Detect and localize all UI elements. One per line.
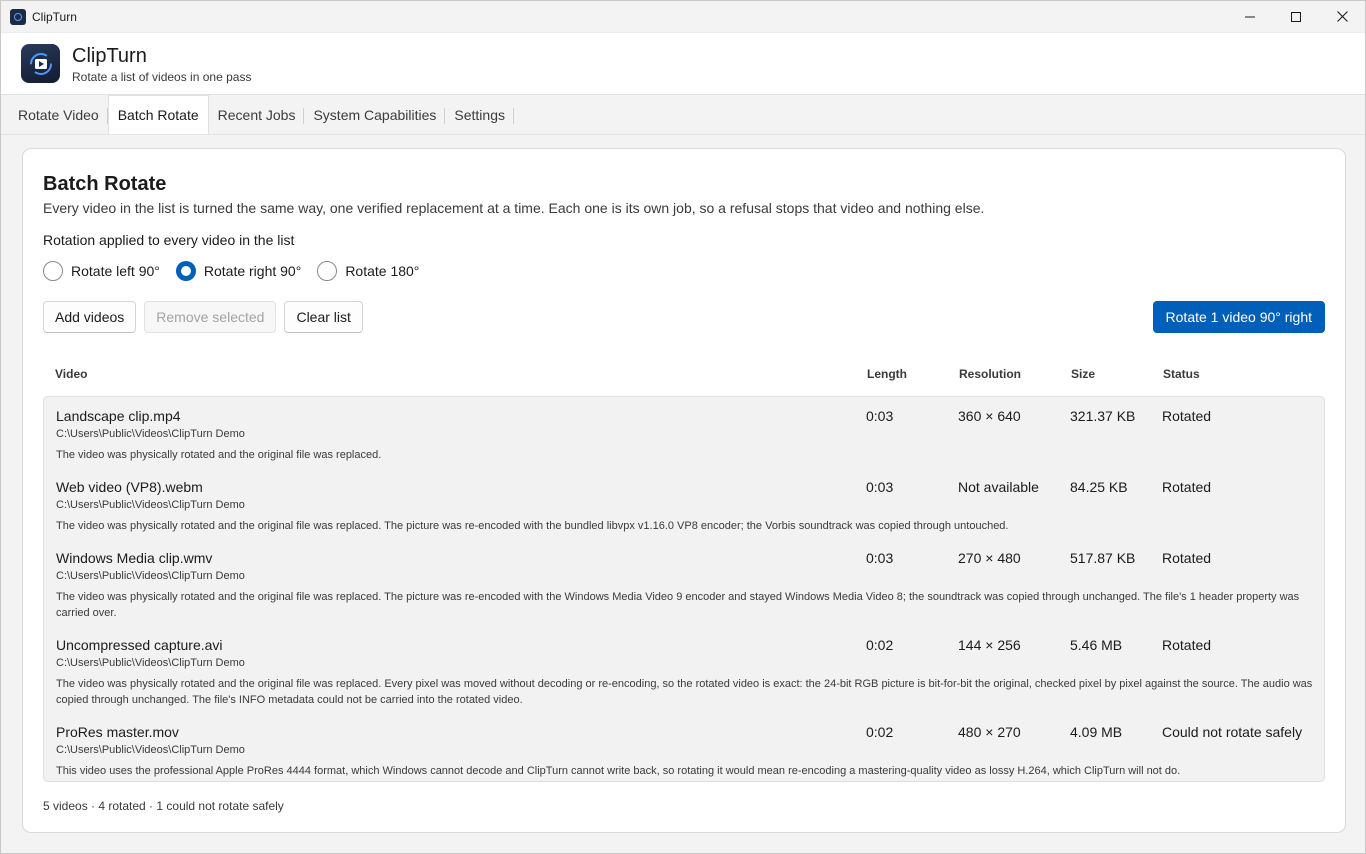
app-icon xyxy=(10,8,26,25)
window-controls xyxy=(1227,1,1365,32)
clear-list-button[interactable]: Clear list xyxy=(284,301,363,333)
video-list[interactable]: Landscape clip.mp4 C:\Users\Public\Video… xyxy=(43,396,1325,782)
video-length: 0:03 xyxy=(866,550,894,566)
video-length: 0:02 xyxy=(866,637,894,653)
table-header: Video Length Resolution Size Status xyxy=(43,354,1325,394)
video-status: Could not rotate safely xyxy=(1162,724,1303,740)
radio-circle-icon xyxy=(43,261,63,281)
video-resolution: 144 × 256 xyxy=(958,637,1021,653)
tab-settings[interactable]: Settings xyxy=(445,95,514,134)
video-resolution: 360 × 640 xyxy=(958,408,1021,424)
list-toolbar: Add videos Remove selected Clear list Ro… xyxy=(43,301,1325,333)
add-videos-button[interactable]: Add videos xyxy=(43,301,137,333)
minimize-icon[interactable] xyxy=(1227,1,1273,32)
tab-recent-jobs[interactable]: Recent Jobs xyxy=(209,95,305,134)
video-name: Uncompressed capture.avi xyxy=(56,637,223,653)
radio-rotate-left[interactable]: Rotate left 90° xyxy=(43,261,160,281)
video-resolution: Not available xyxy=(958,479,1039,495)
list-summary: 5 videos · 4 rotated · 1 could not rotat… xyxy=(43,799,284,813)
video-path: C:\Users\Public\Videos\ClipTurn Demo xyxy=(56,744,245,756)
page-title: Batch Rotate xyxy=(43,173,167,195)
video-name: Windows Media clip.wmv xyxy=(56,550,213,566)
app-header: ClipTurn Rotate a list of videos in one … xyxy=(1,32,1365,95)
radio-selected-icon xyxy=(175,261,196,281)
tab-batch-rotate[interactable]: Batch Rotate xyxy=(107,95,209,134)
radio-rotate-right[interactable]: Rotate right 90° xyxy=(175,261,302,281)
video-size: 5.46 MB xyxy=(1070,637,1123,653)
window-title: ClipTurn xyxy=(32,9,77,24)
cliplogo-icon xyxy=(21,44,60,83)
video-path: C:\Users\Public\Videos\ClipTurn Demo xyxy=(56,657,245,669)
rotation-label: Rotation applied to every video in the l… xyxy=(43,232,295,248)
radio-rotate-180[interactable]: Rotate 180° xyxy=(317,261,419,281)
radio-label: Rotate right 90° xyxy=(203,263,302,279)
video-status: Rotated xyxy=(1162,550,1212,566)
remove-selected-button[interactable]: Remove selected xyxy=(144,301,277,333)
video-note: This video uses the professional Apple P… xyxy=(56,765,1181,777)
video-size: 517.87 KB xyxy=(1070,550,1136,566)
column-header-video[interactable]: Video xyxy=(55,367,87,381)
column-header-resolution[interactable]: Resolution xyxy=(959,367,1021,381)
close-icon[interactable] xyxy=(1319,1,1365,32)
video-status: Rotated xyxy=(1162,408,1212,424)
video-length: 0:02 xyxy=(866,724,894,740)
video-note: The video was physically rotated and the… xyxy=(56,520,1009,532)
tab-rotate-video[interactable]: Rotate Video xyxy=(9,95,108,134)
table-row[interactable]: Web video (VP8).webm C:\Users\Public\Vid… xyxy=(44,479,1324,539)
page-description: Every video in the list is turned the sa… xyxy=(43,200,985,216)
radio-label: Rotate left 90° xyxy=(71,263,160,279)
app-window: ClipTurn ClipTurn Rotate a list of video… xyxy=(0,0,1366,854)
video-size: 4.09 MB xyxy=(1070,724,1123,740)
title-bar[interactable]: ClipTurn xyxy=(1,1,1365,32)
video-name: ProRes master.mov xyxy=(56,724,179,740)
video-name: Landscape clip.mp4 xyxy=(56,408,181,424)
rotate-videos-button[interactable]: Rotate 1 video 90° right xyxy=(1152,301,1325,333)
radio-label: Rotate 180° xyxy=(345,263,420,279)
video-note: The video was physically rotated and the… xyxy=(56,678,1313,706)
tab-system-capabilities[interactable]: System Capabilities xyxy=(304,95,446,134)
video-resolution: 270 × 480 xyxy=(958,550,1021,566)
tab-bar: Rotate Video Batch Rotate Recent Jobs Sy… xyxy=(1,95,1365,135)
table-row[interactable]: Landscape clip.mp4 C:\Users\Public\Video… xyxy=(44,408,1324,468)
video-length: 0:03 xyxy=(866,479,894,495)
video-resolution: 480 × 270 xyxy=(958,724,1021,740)
rotation-options: Rotate left 90° Rotate right 90° Rotate … xyxy=(43,261,1325,281)
app-tagline: Rotate a list of videos in one pass xyxy=(72,69,252,84)
table-row[interactable]: Windows Media clip.wmv C:\Users\Public\V… xyxy=(44,550,1324,626)
video-name: Web video (VP8).webm xyxy=(56,479,203,495)
column-header-length[interactable]: Length xyxy=(867,367,907,381)
table-row[interactable]: Uncompressed capture.avi C:\Users\Public… xyxy=(44,637,1324,713)
video-size: 84.25 KB xyxy=(1070,479,1128,495)
column-header-size[interactable]: Size xyxy=(1071,367,1095,381)
table-row[interactable]: ProRes master.mov C:\Users\Public\Videos… xyxy=(44,724,1324,781)
video-length: 0:03 xyxy=(866,408,894,424)
batch-rotate-panel: Batch Rotate Every video in the list is … xyxy=(22,148,1346,833)
video-path: C:\Users\Public\Videos\ClipTurn Demo xyxy=(56,428,245,440)
column-header-status[interactable]: Status xyxy=(1163,367,1200,381)
video-status: Rotated xyxy=(1162,637,1212,653)
video-path: C:\Users\Public\Videos\ClipTurn Demo xyxy=(56,499,245,511)
maximize-icon[interactable] xyxy=(1273,1,1319,32)
radio-circle-icon xyxy=(317,261,338,281)
app-name: ClipTurn xyxy=(72,44,147,67)
video-note: The video was physically rotated and the… xyxy=(56,591,1300,619)
video-path: C:\Users\Public\Videos\ClipTurn Demo xyxy=(56,570,245,582)
video-size: 321.37 KB xyxy=(1070,408,1136,424)
video-status: Rotated xyxy=(1162,479,1212,495)
video-note: The video was physically rotated and the… xyxy=(56,449,382,461)
